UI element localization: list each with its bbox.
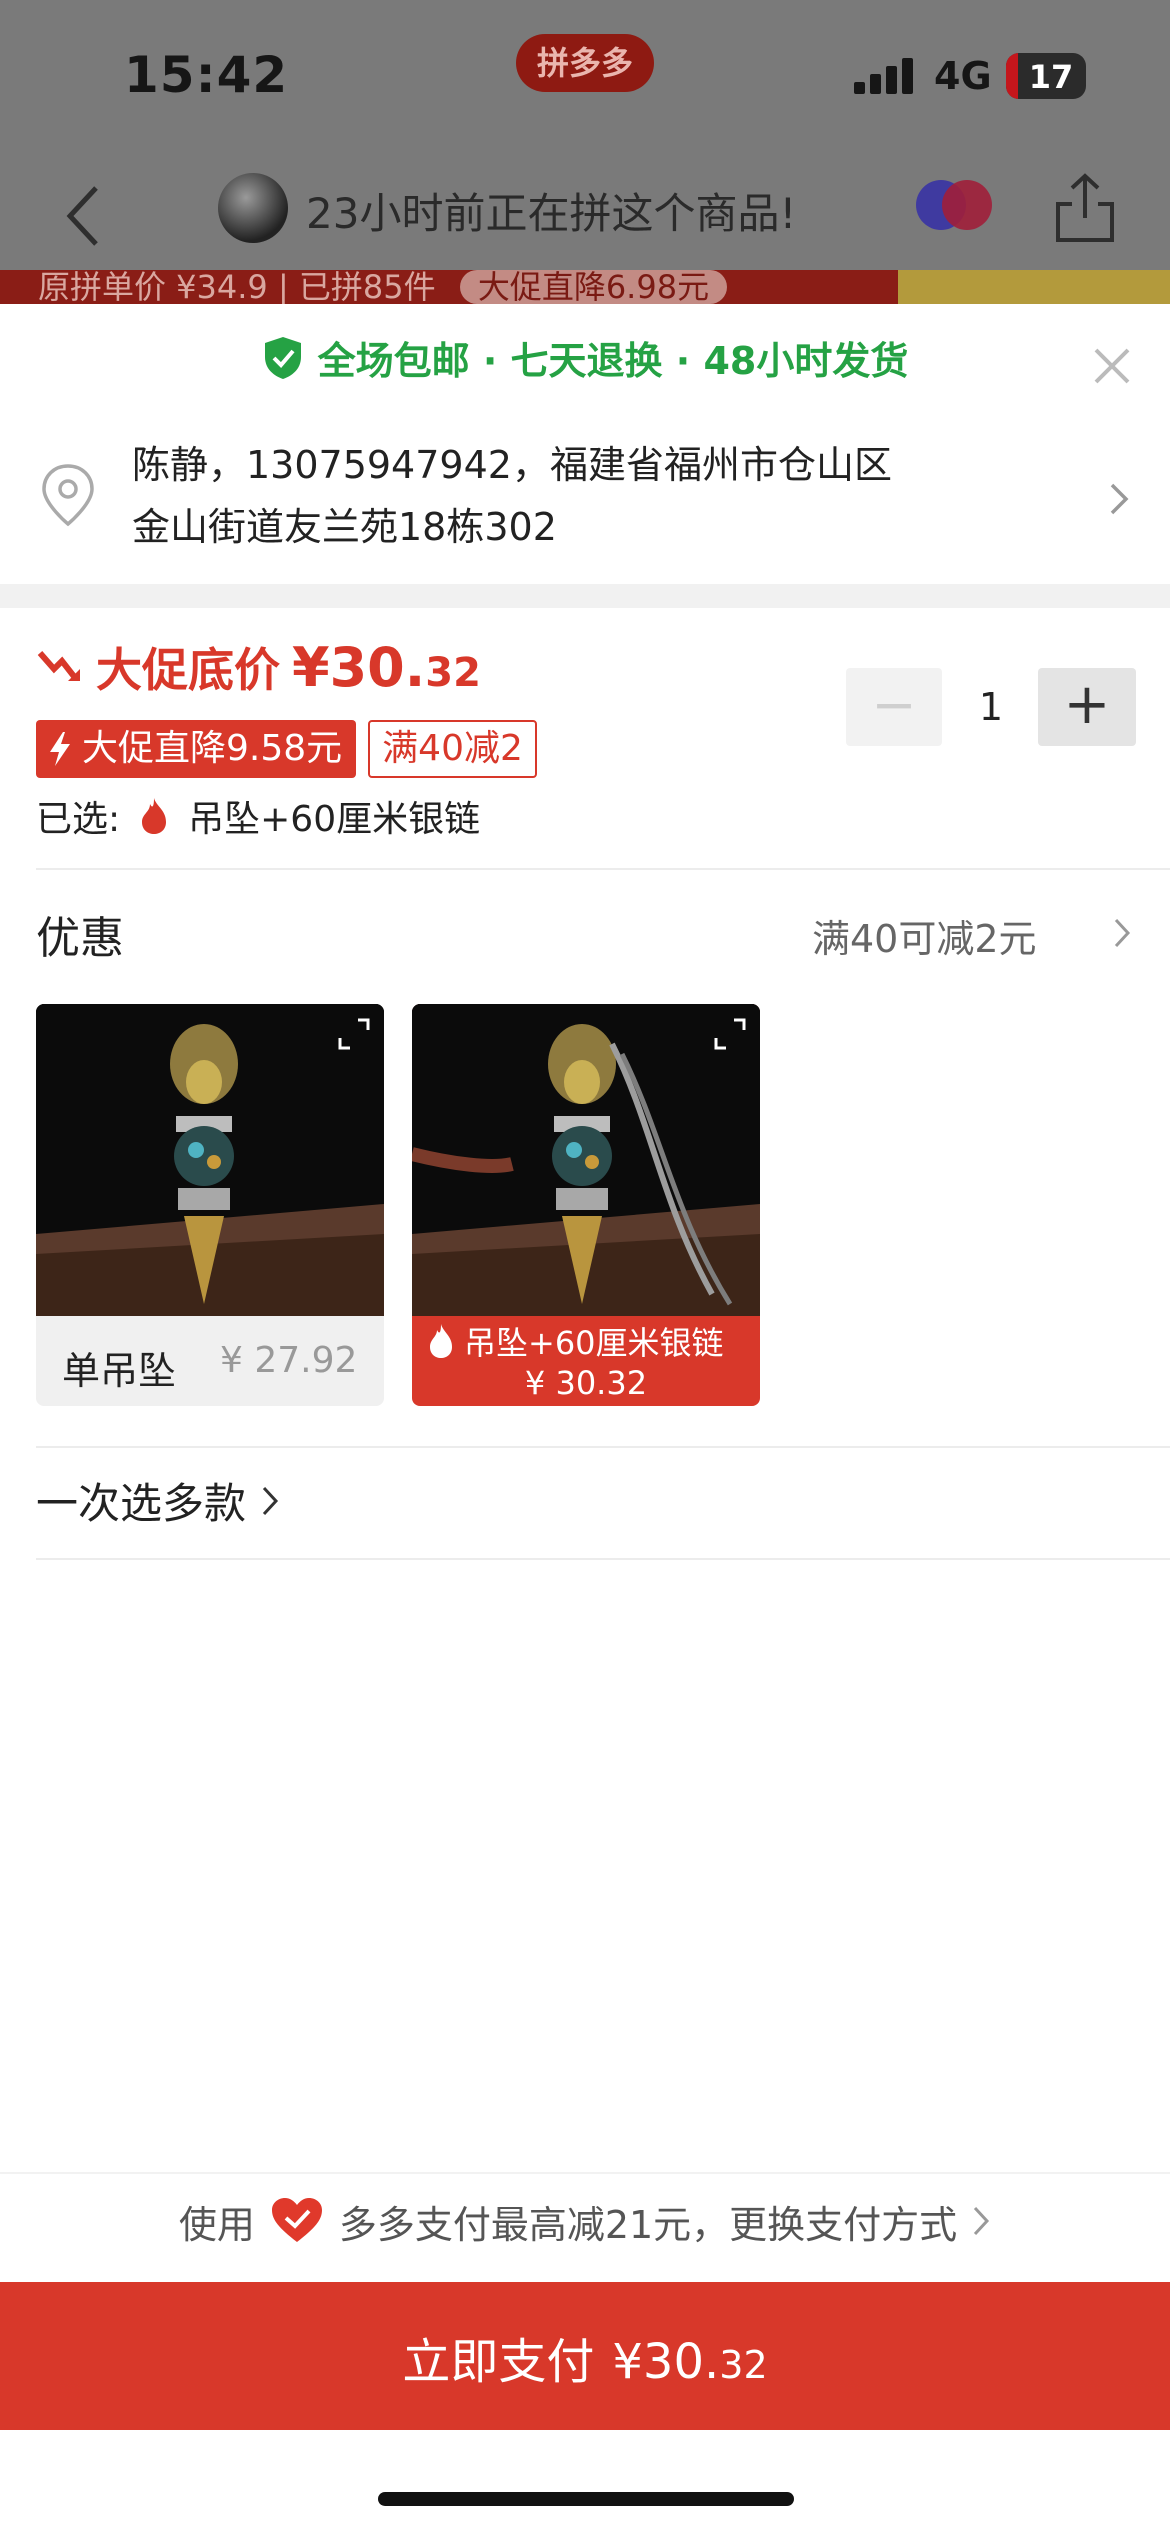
status-bar: 15:42 拼多多 4G 17 xyxy=(0,0,1170,150)
promo-badges: 大促直降9.58元 满40减2 xyxy=(36,720,537,778)
flame-icon xyxy=(430,1324,452,1358)
variant-option-pendant[interactable]: 单吊坠 ¥ 27.92 xyxy=(36,1004,384,1406)
payment-method-tip[interactable]: 使用 多多支付最高减21元，更换支付方式 xyxy=(0,2172,1170,2268)
variant-price: ¥ 30.32 xyxy=(524,1364,648,1402)
divider xyxy=(36,1558,1170,1560)
selected-value: 吊坠+60厘米银链 xyxy=(188,799,481,840)
battery-level: 17 xyxy=(1028,58,1074,96)
selected-label: 已选: xyxy=(36,799,121,840)
app-badge: 拼多多 xyxy=(516,34,654,92)
expand-icon[interactable] xyxy=(336,1016,372,1052)
product-image xyxy=(412,1004,760,1316)
back-arrow-icon[interactable] xyxy=(60,180,110,252)
promo-pill: 大促直降6.98元 xyxy=(459,270,728,304)
signal-icon xyxy=(854,58,914,94)
payment-logo-icon xyxy=(916,180,992,230)
share-icon[interactable] xyxy=(1050,170,1120,246)
flash-discount-badge: 大促直降9.58元 xyxy=(36,720,357,778)
flame-icon xyxy=(142,798,167,834)
pay-now-button[interactable]: 立即支付 ¥30. 32 xyxy=(0,2282,1170,2430)
variant-name: 单吊坠 xyxy=(62,1349,177,1393)
quantity-decrease-button[interactable]: − xyxy=(846,668,942,746)
promo-text: 原拼单价 ¥34.9 | 已拼85件 xyxy=(38,270,436,304)
pay-amount-decimal: 32 xyxy=(719,2343,768,2387)
multi-select-link[interactable]: 一次选多款 xyxy=(36,1470,280,1531)
group-buy-ticker: 23小时前正在拼这个商品! xyxy=(306,189,797,238)
price-integer: ¥30. xyxy=(292,636,426,699)
pay-amount-integer: ¥30. xyxy=(612,2334,720,2390)
offer-value[interactable]: 满40可减2元 xyxy=(812,908,1037,963)
selected-variant-row: 已选: 吊坠+60厘米银链 xyxy=(36,790,480,842)
flash-discount-text: 大促直降9.58元 xyxy=(82,728,343,769)
section-gap xyxy=(0,584,1170,608)
price-label: 大促底价 xyxy=(96,643,280,697)
chevron-right-icon xyxy=(262,1486,279,1515)
chevron-right-icon xyxy=(1114,918,1131,948)
background-page: 15:42 拼多多 4G 17 23小时前正在拼这个商品! 原拼单价 ¥34.9… xyxy=(0,0,1170,304)
variant-name: 吊坠+60厘米银链 xyxy=(464,1324,724,1362)
chevron-right-icon xyxy=(1110,483,1129,515)
location-pin-icon xyxy=(42,464,94,527)
quantity-stepper: − 1 + xyxy=(846,668,1136,746)
multi-select-label: 一次选多款 xyxy=(36,1479,247,1528)
quantity-value[interactable]: 1 xyxy=(956,668,1026,746)
address-name-phone: 陈静，13075947942，福建省福州市仓山区 xyxy=(132,443,892,487)
lightning-icon xyxy=(50,732,70,766)
guarantee-text: 全场包邮 · 七天退换 · 48小时发货 xyxy=(317,339,909,383)
price-drop-icon xyxy=(37,651,80,681)
pay-button-label: 立即支付 xyxy=(402,2334,595,2390)
price-decimal: 32 xyxy=(425,650,481,696)
shield-check-icon xyxy=(264,336,301,379)
close-icon[interactable] xyxy=(1090,344,1134,388)
variant-price: ¥ 27.92 xyxy=(220,1340,358,1381)
product-image xyxy=(36,1004,384,1316)
duoduo-pay-heart-icon xyxy=(271,2198,322,2242)
network-label: 4G xyxy=(934,54,992,98)
pay-tip-text: 多多支付最高减21元，更换支付方式 xyxy=(338,2202,958,2247)
home-indicator xyxy=(378,2492,794,2506)
guarantee-banner: 全场包邮 · 七天退换 · 48小时发货 xyxy=(0,330,1170,400)
quantity-increase-button[interactable]: + xyxy=(1038,668,1136,746)
purchase-sheet: 全场包邮 · 七天退换 · 48小时发货 陈静，13075947942，福建省福… xyxy=(0,304,1170,2532)
variant-option-pendant-chain[interactable]: 吊坠+60厘米银链 ¥ 30.32 xyxy=(412,1004,760,1406)
variant-name-row: 吊坠+60厘米银链 xyxy=(426,1318,756,1364)
price-row: 大促底价 ¥30. 32 xyxy=(36,634,481,700)
status-time: 15:42 xyxy=(124,46,289,104)
coupon-badge: 满40减2 xyxy=(368,720,537,778)
avatar xyxy=(218,173,288,243)
divider xyxy=(36,868,1170,870)
pay-tip-prefix: 使用 xyxy=(178,2202,255,2247)
divider xyxy=(36,1446,1170,1448)
expand-icon[interactable] xyxy=(712,1016,748,1052)
promo-strip: 原拼单价 ¥34.9 | 已拼85件 大促直降6.98元 xyxy=(0,270,1170,304)
chevron-right-icon xyxy=(974,2206,990,2236)
battery-icon: 17 xyxy=(1006,53,1086,99)
address-street: 金山街道友兰苑18栋302 xyxy=(132,505,557,549)
offer-label: 优惠 xyxy=(36,913,124,964)
